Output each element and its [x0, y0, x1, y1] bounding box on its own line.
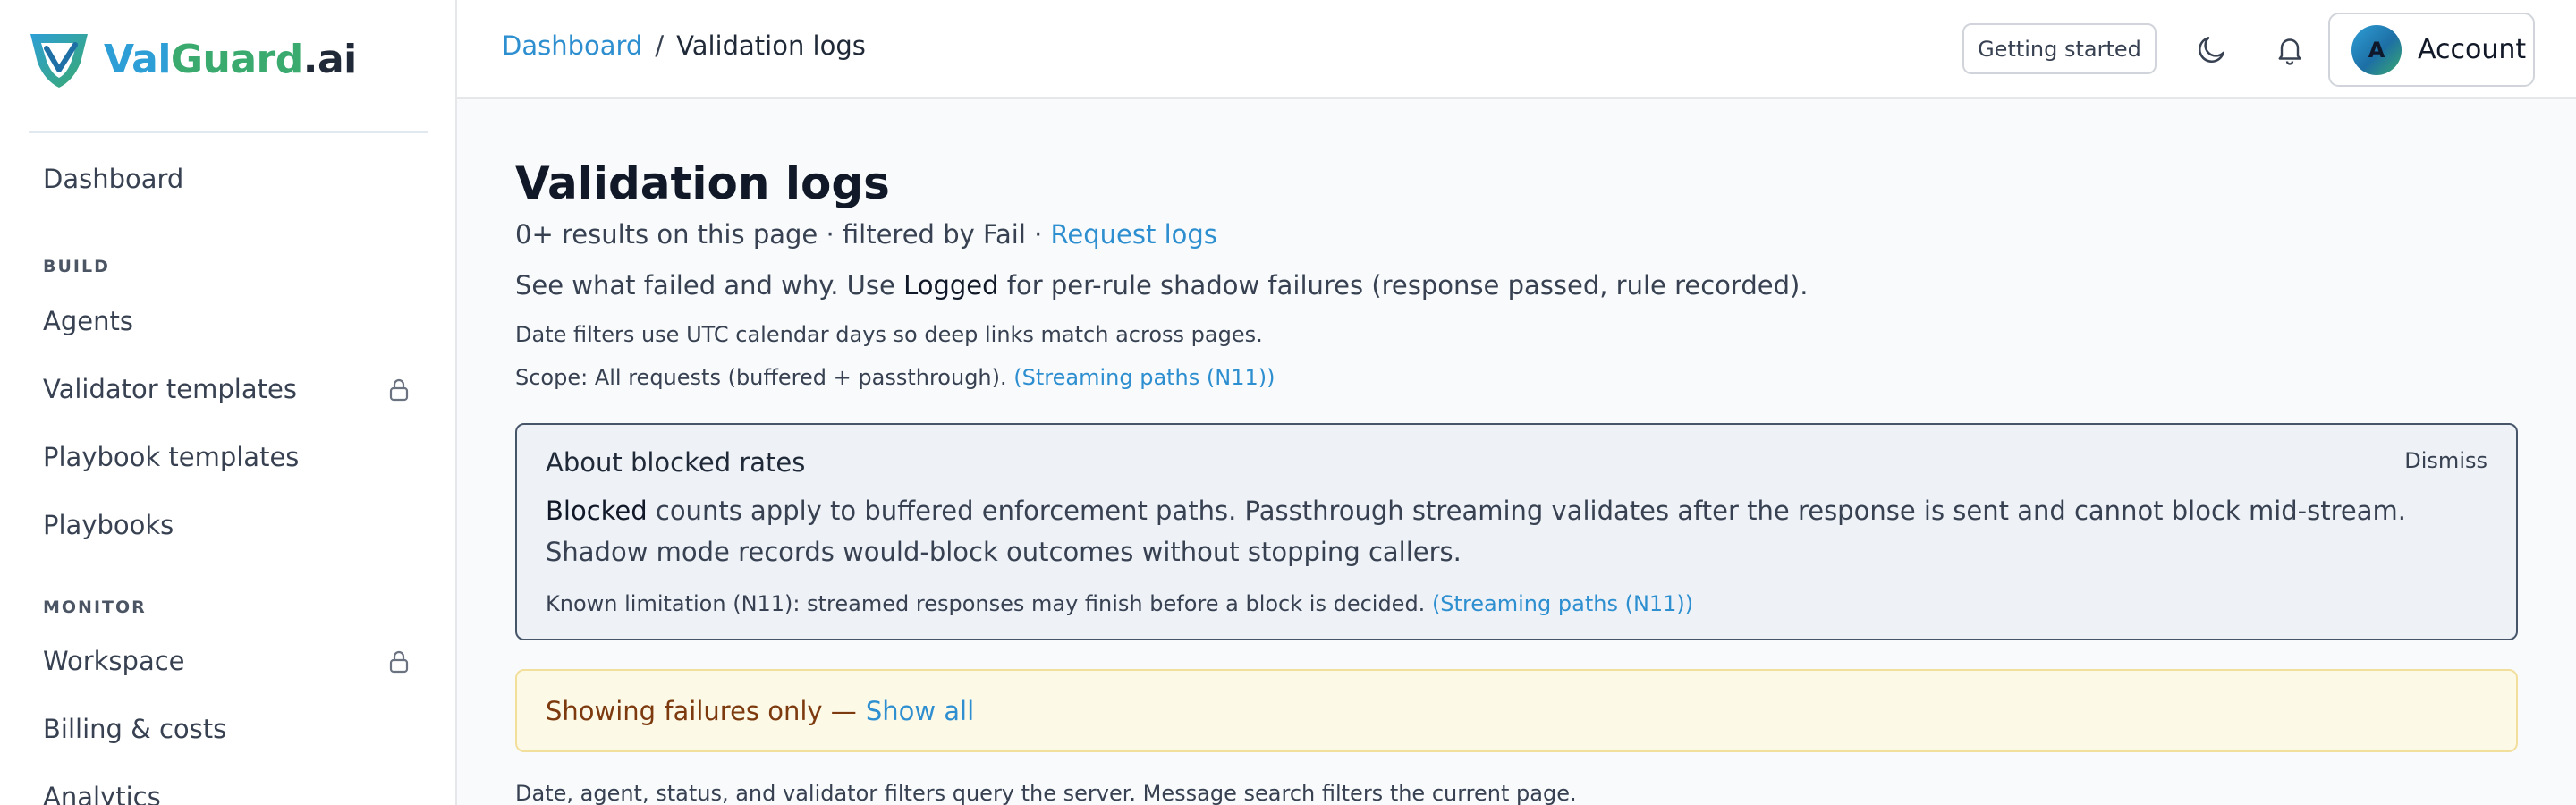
failures-banner-text: Showing failures only —	[546, 695, 857, 726]
brand-name-part2: Guard	[170, 36, 303, 82]
brand-name-part3: .ai	[302, 36, 358, 82]
sidebar-item-label: Workspace	[43, 646, 185, 676]
about-blocked-rates-panel: About blocked rates Dismiss Blocked coun…	[515, 423, 2518, 640]
show-all-link[interactable]: Show all	[866, 696, 974, 726]
sidebar-item-label: Playbooks	[43, 510, 174, 540]
streaming-paths-link[interactable]: (Streaming paths (N11))	[1432, 591, 1693, 616]
sidebar-item-label: Playbook templates	[43, 442, 300, 472]
results-summary-text: 0+ results on this page · filtered by Fa…	[515, 219, 1051, 250]
account-button[interactable]: A Account	[2328, 13, 2535, 87]
about-title: About blocked rates	[546, 447, 806, 478]
brand[interactable]: ValGuard.ai	[27, 27, 357, 91]
about-body-bold: Blocked	[546, 496, 648, 526]
brand-name-part1: Val	[104, 36, 171, 82]
sidebar-item-label: Dashboard	[43, 164, 184, 194]
page-title: Validation logs	[515, 157, 890, 209]
breadcrumb: Dashboard / Validation logs	[502, 30, 866, 61]
lock-icon	[389, 650, 409, 674]
top-bar: Dashboard / Validation logs Getting star…	[457, 0, 2576, 99]
sidebar-item-label: Analytics	[43, 782, 161, 805]
moon-icon	[2199, 37, 2224, 63]
getting-started-button[interactable]: Getting started	[1962, 23, 2157, 74]
scope-text: Scope: All requests (buffered + passthro…	[515, 365, 1014, 390]
avatar: A	[2351, 24, 2402, 75]
results-summary: 0+ results on this page · filtered by Fa…	[515, 219, 1217, 250]
sidebar-item-label: Billing & costs	[43, 714, 227, 744]
sidebar-item-agents[interactable]: Agents	[43, 299, 419, 343]
about-note-text: Known limitation (N11): streamed respons…	[546, 591, 1432, 616]
sidebar-item-playbook-templates[interactable]: Playbook templates	[43, 435, 419, 479]
sidebar-item-analytics[interactable]: Analytics	[43, 775, 419, 805]
breadcrumb-separator: /	[655, 30, 665, 61]
theme-toggle-button[interactable]	[2190, 27, 2234, 72]
request-logs-link[interactable]: Request logs	[1051, 219, 1217, 250]
breadcrumb-dashboard-link[interactable]: Dashboard	[502, 30, 642, 61]
sidebar-item-dashboard[interactable]: Dashboard	[43, 157, 419, 201]
bell-icon	[2278, 38, 2301, 65]
sidebar-divider	[29, 131, 428, 133]
description-post: for per-rule shadow failures (response p…	[998, 270, 1809, 301]
description-bold: Logged	[903, 270, 999, 301]
about-limitation-note: Known limitation (N11): streamed respons…	[546, 591, 1693, 616]
sidebar-section-build: BUILD	[43, 257, 110, 276]
sidebar-item-playbooks[interactable]: Playbooks	[43, 503, 419, 547]
about-body: Blocked counts apply to buffered enforce…	[546, 490, 2478, 572]
breadcrumb-current: Validation logs	[676, 30, 866, 61]
description-pre: See what failed and why. Use	[515, 270, 904, 301]
about-body-text: counts apply to buffered enforcement pat…	[546, 496, 2406, 567]
lock-icon	[389, 378, 409, 402]
sidebar: ValGuard.ai Dashboard BUILD Agents Valid…	[0, 0, 457, 805]
sidebar-section-monitor: MONITOR	[43, 597, 147, 617]
filter-note: Date, agent, status, and validator filte…	[515, 781, 1577, 805]
failures-only-banner: Showing failures only — Show all	[515, 669, 2518, 752]
notifications-button[interactable]	[2267, 27, 2312, 72]
sidebar-item-label: Validator templates	[43, 374, 297, 404]
sidebar-item-billing[interactable]: Billing & costs	[43, 707, 419, 751]
streaming-paths-link[interactable]: (Streaming paths (N11))	[1013, 365, 1275, 390]
sidebar-item-label: Agents	[43, 306, 133, 336]
dismiss-button[interactable]: Dismiss	[2404, 448, 2487, 473]
page-description: See what failed and why. Use Logged for …	[515, 270, 1809, 301]
account-label: Account	[2418, 34, 2527, 65]
sidebar-item-workspace[interactable]: Workspace	[43, 639, 419, 683]
valguard-logo-icon	[30, 34, 88, 88]
scope-note: Scope: All requests (buffered + passthro…	[515, 365, 1275, 390]
date-filter-note: Date filters use UTC calendar days so de…	[515, 322, 1263, 347]
brand-name: ValGuard.ai	[104, 37, 357, 82]
sidebar-item-validator-templates[interactable]: Validator templates	[43, 367, 419, 411]
